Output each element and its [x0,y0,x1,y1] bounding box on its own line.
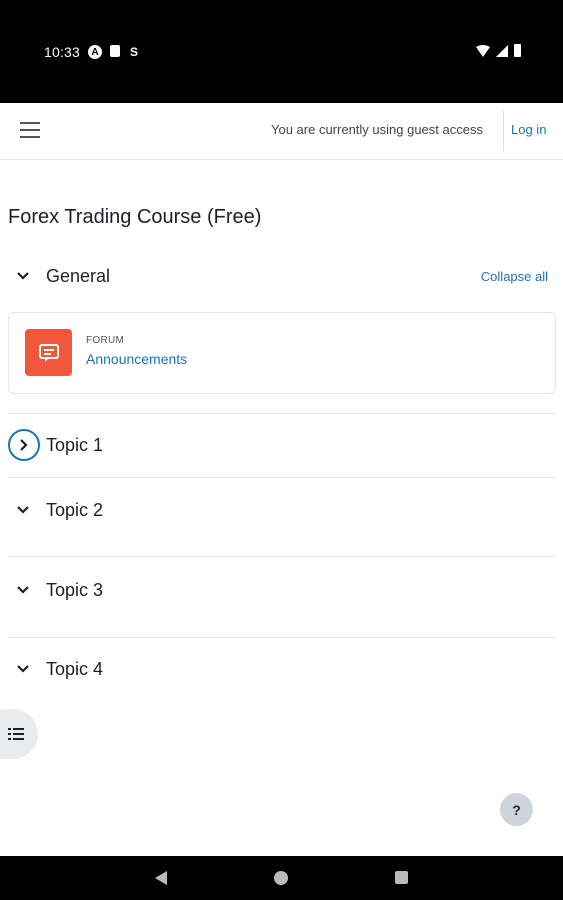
section-topic-4: Topic 4 [8,654,556,684]
sim-card-icon [110,45,120,57]
wifi-icon [476,44,490,57]
section-topic-1: Topic 1 [8,430,556,460]
course-index-button[interactable] [0,709,38,759]
status-time: 10:33 [44,44,81,60]
section-title[interactable]: General [46,266,110,287]
activity-card-forum[interactable]: FORUM Announcements [8,312,556,394]
activity-type: FORUM [86,335,125,346]
section-topic-3: Topic 3 [8,575,556,605]
home-icon[interactable] [274,871,288,885]
top-navbar: You are currently using guest access Log… [0,103,563,160]
section-topic-2: Topic 2 [8,495,556,525]
s-icon: S [130,45,139,59]
hamburger-icon[interactable] [20,122,40,138]
back-icon[interactable] [155,871,167,885]
recents-icon[interactable] [395,871,408,884]
battery-icon [514,44,521,57]
list-icon [8,728,24,740]
chevron-down-icon[interactable] [8,654,38,684]
chevron-down-icon[interactable] [8,575,38,605]
section-divider [8,477,556,478]
section-divider [8,556,556,557]
section-general: General Collapse all [8,261,556,291]
status-right-icons [476,44,521,57]
signal-icon [496,44,508,57]
course-title: Forex Trading Course (Free) [8,206,262,228]
focus-ring [8,429,40,461]
section-title[interactable]: Topic 4 [46,659,103,680]
collapse-all-link[interactable]: Collapse all [481,269,548,284]
chevron-down-icon[interactable] [8,261,38,291]
section-divider [8,413,556,414]
section-title[interactable]: Topic 3 [46,580,103,601]
a-icon: A [88,45,102,59]
guest-access-text: You are currently using guest access [271,122,483,137]
section-title[interactable]: Topic 2 [46,500,103,521]
login-link[interactable]: Log in [511,122,546,137]
section-divider [8,637,556,638]
status-bar: 10:33 A S [0,0,563,103]
chevron-down-icon[interactable] [8,495,38,525]
help-button[interactable]: ? [500,793,533,826]
section-title[interactable]: Topic 1 [46,435,103,456]
navbar-divider [503,111,504,151]
forum-icon [25,329,72,376]
activity-name-link[interactable]: Announcements [86,351,187,367]
